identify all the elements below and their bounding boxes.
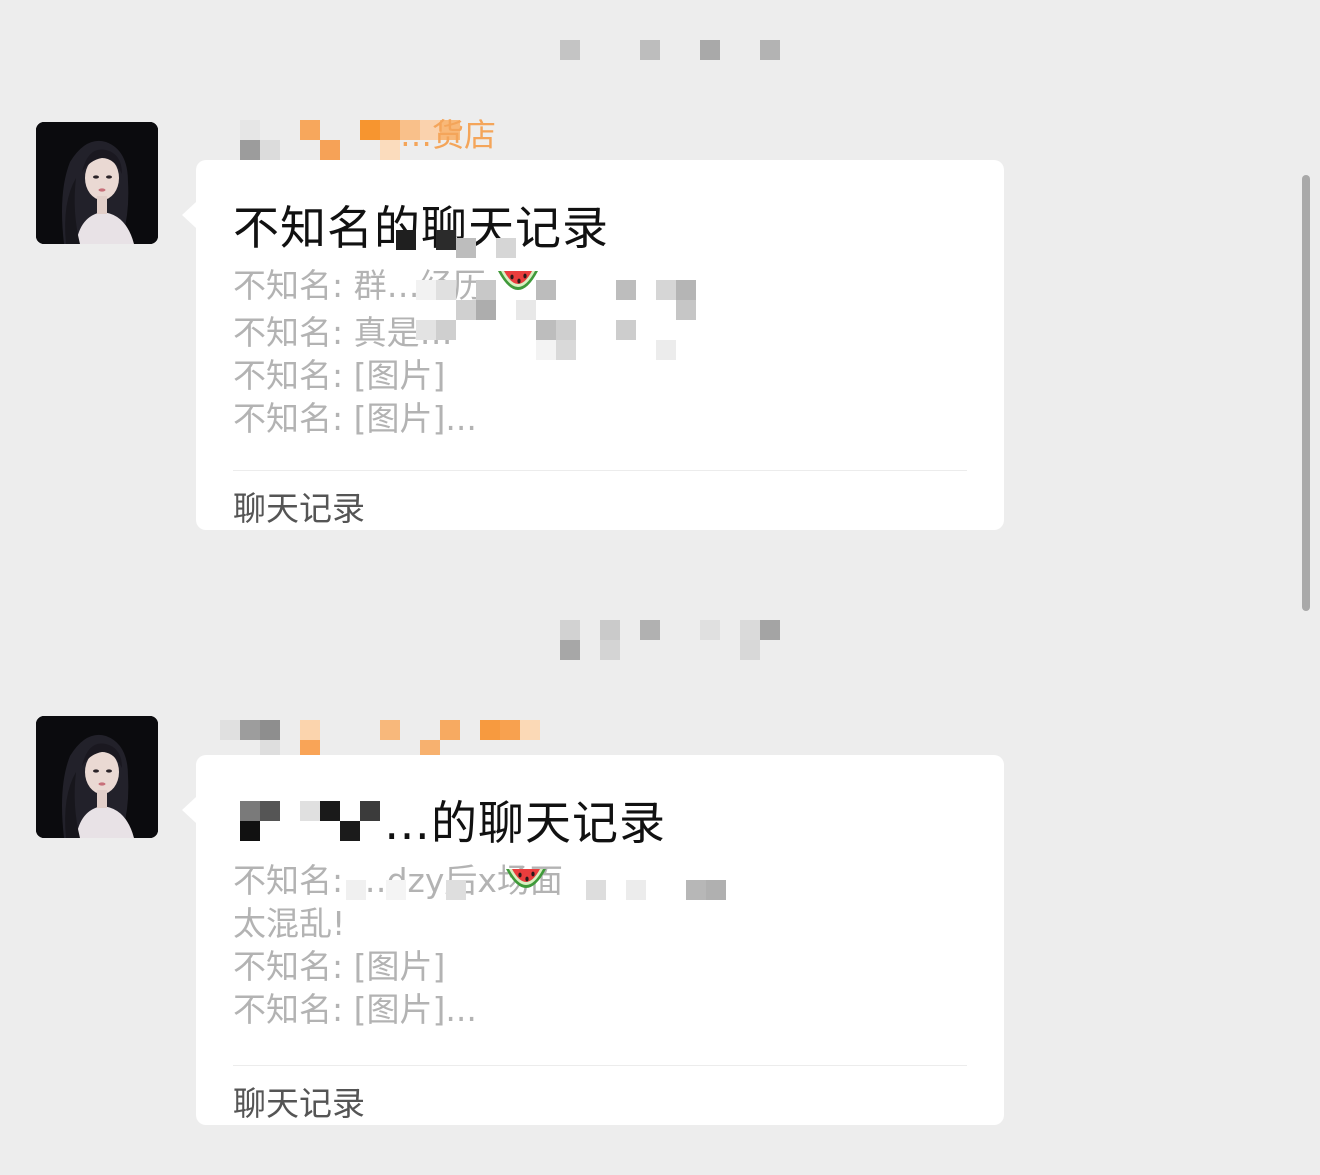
- chat-history-card[interactable]: 不知名的聊天记录 不知名: 群…经历 不知名: 真是… 不知名: [图片] 不知…: [182, 160, 1004, 530]
- scrollbar[interactable]: [1302, 175, 1310, 611]
- card-divider: [233, 1065, 967, 1066]
- card-divider: [233, 470, 967, 471]
- title-mosaic: [396, 230, 516, 258]
- timestamp-redacted: [560, 40, 790, 66]
- preview-mosaic: [346, 880, 726, 900]
- preview-mosaic: [416, 280, 696, 360]
- preview-line: 不知名: [图片]...: [233, 399, 477, 438]
- avatar-portrait-image: [36, 716, 158, 838]
- avatar[interactable]: [36, 716, 158, 838]
- preview-line: 太混乱!: [233, 904, 346, 943]
- preview-line: 不知名: [图片]: [233, 947, 446, 986]
- chat-history-card[interactable]: …的聊天记录 不知名: …dzy后x场面 太混乱! 不知名: [图片] 不知名:…: [182, 755, 1004, 1125]
- card-footer-label: 聊天记录: [233, 489, 365, 528]
- title-mosaic: [240, 801, 380, 841]
- mosaic-blocks: [560, 40, 780, 60]
- card-title-text: …的聊天记录: [384, 796, 666, 850]
- sender-name: …货店: [400, 116, 497, 154]
- mosaic-blocks: [560, 620, 780, 660]
- avatar[interactable]: [36, 122, 158, 244]
- avatar-portrait-image: [36, 122, 158, 244]
- card-footer-label: 聊天记录: [233, 1084, 365, 1123]
- preview-line: 不知名: [图片]...: [233, 990, 477, 1029]
- card-title: …的聊天记录: [384, 787, 666, 853]
- timestamp-redacted: [560, 620, 790, 666]
